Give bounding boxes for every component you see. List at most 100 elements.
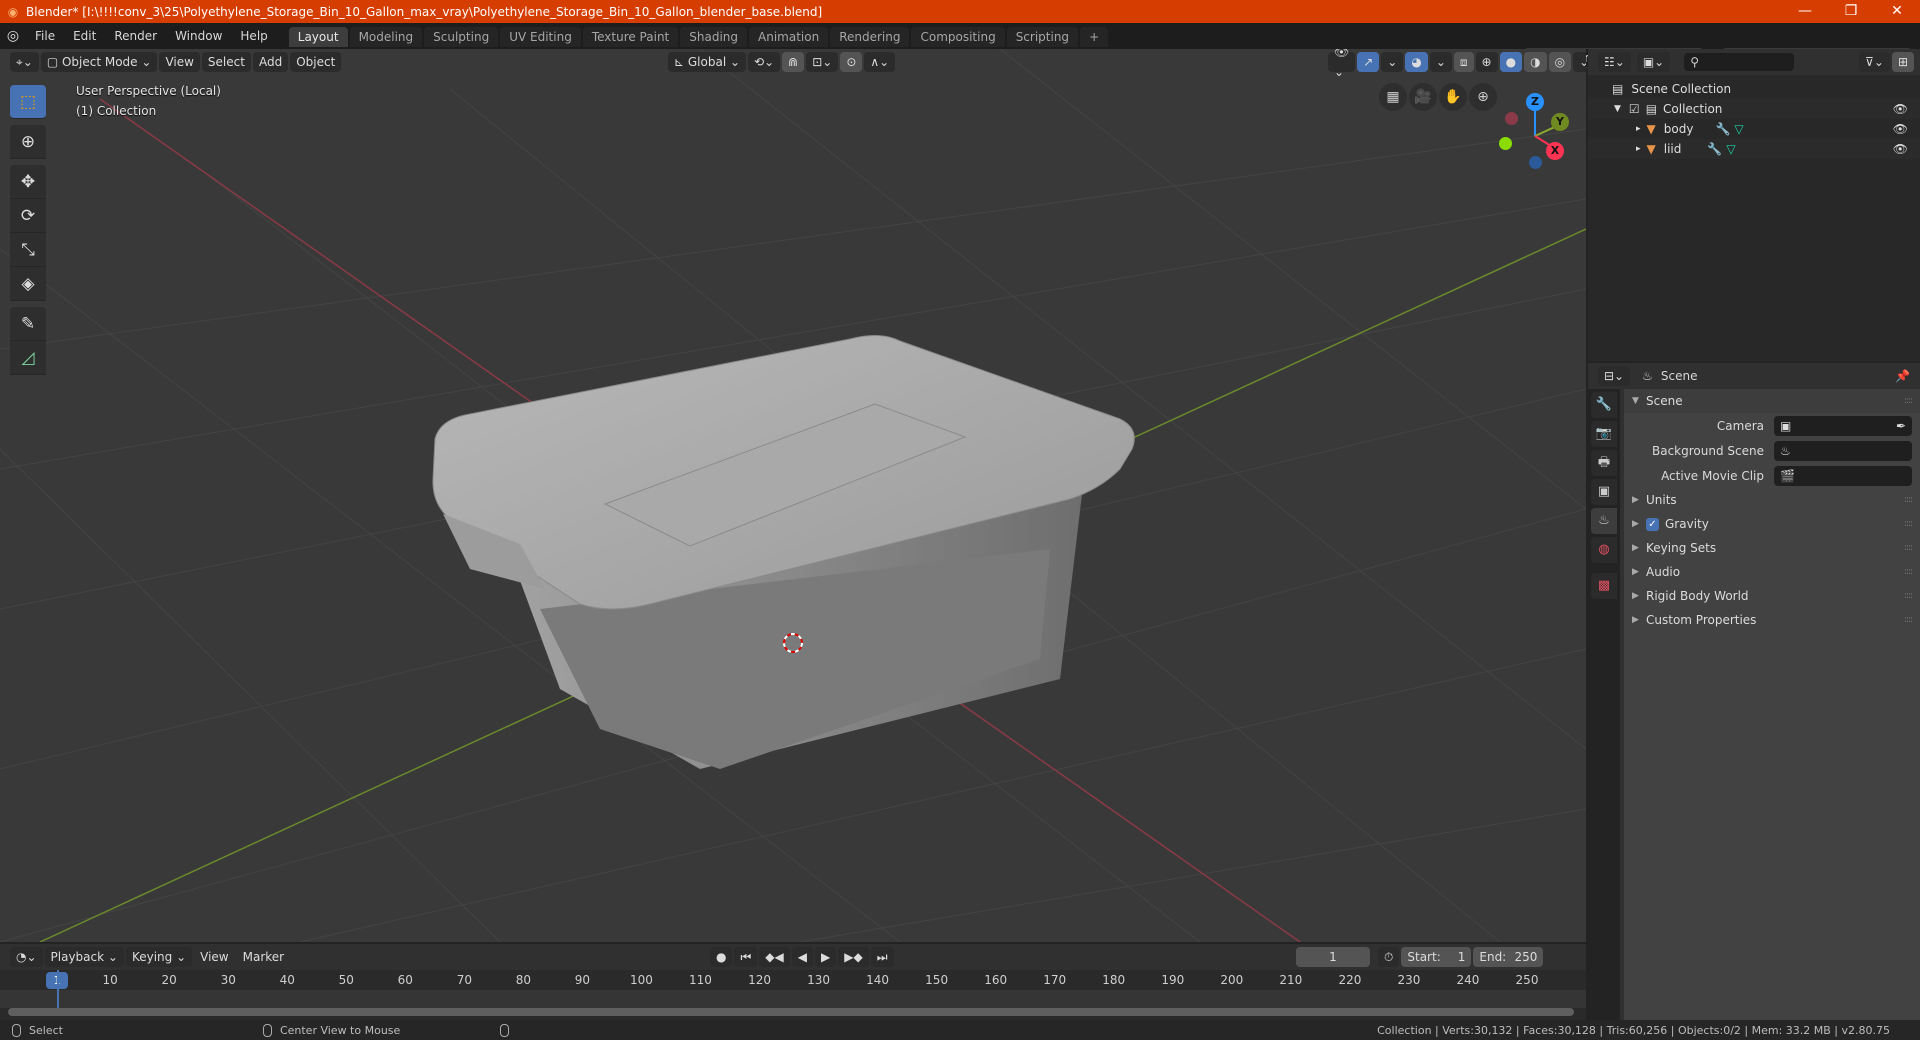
active-movie-clip-field[interactable]: 🎬 [1774,465,1912,486]
snap-target-dropdown[interactable]: ⊡⌄ [806,52,839,72]
tab-scene[interactable]: ♨ [1591,508,1617,534]
overlays-toggle[interactable]: ◕ [1405,52,1428,72]
outliner-search-input[interactable]: ⚲ [1684,53,1795,71]
transform-orientation-dropdown[interactable]: ⊾ Global ⌄ [668,52,747,72]
collection-checkbox[interactable]: ☑ [1629,102,1640,116]
tool-select-box[interactable]: ⬚ [10,85,46,119]
tab-view-layer[interactable]: ▣ [1591,479,1617,505]
zoom-view-button[interactable]: ⊕ [1469,83,1497,111]
timeline-scrollbar[interactable] [8,1008,1574,1016]
tab-tool[interactable]: 🔧 [1591,392,1617,418]
drag-grip-icon[interactable]: :::: [1904,519,1913,529]
tab-render[interactable]: 📷 [1591,421,1617,447]
add-workspace-button[interactable]: + [1080,27,1109,47]
proportional-edit-toggle[interactable]: ⊙ [840,52,863,72]
menu-render[interactable]: Render [105,23,166,49]
overlays-dropdown[interactable]: ⌄ [1429,52,1452,72]
minimize-button[interactable]: — [1782,0,1828,23]
keying-sets-panel-header[interactable]: ▶ Keying Sets:::: [1624,536,1920,560]
filter-dropdown[interactable]: ⊽⌄ [1859,52,1890,72]
blender-menu-icon[interactable]: ◎ [0,28,26,44]
expand-arrow-icon[interactable]: ▸ [1636,124,1641,134]
gravity-panel-header[interactable]: ▶ ✓ Gravity:::: [1624,512,1920,536]
frame-ruler[interactable]: 1 10203040506070809010011012013014015016… [0,970,1586,990]
shading-material[interactable]: ◑ [1524,52,1547,72]
jump-start-button[interactable]: ⏮ [734,947,758,967]
shading-dropdown[interactable]: ⌄ [1573,52,1586,72]
modifier-wrench-icon[interactable]: 🔧 [1707,142,1722,156]
current-frame-field[interactable]: 1 [1296,947,1370,967]
tab-layout[interactable]: Layout [288,27,348,47]
timeline-track-area[interactable] [0,970,1586,1010]
start-frame-field[interactable]: Start: 1 [1401,947,1472,967]
gizmo-x-axis[interactable]: X [1546,142,1564,160]
drag-grip-icon[interactable]: :::: [1904,615,1913,625]
prev-keyframe-button[interactable]: ◆◀ [759,947,790,967]
play-reverse-button[interactable]: ◀ [791,947,813,967]
gizmo-y-axis[interactable]: Y [1551,113,1569,131]
gizmo-neg-z-axis[interactable] [1529,156,1542,169]
outliner-item-body[interactable]: ▸ ▼ body 🔧 ▽ 👁 [1588,119,1920,139]
menu-edit[interactable]: Edit [64,23,105,49]
outliner-editor-type[interactable]: ☷⌄ [1598,52,1631,72]
units-panel-header[interactable]: ▶ Units:::: [1624,488,1920,512]
visibility-dropdown[interactable]: 👁⌄ [1328,49,1356,79]
tab-compositing[interactable]: Compositing [911,27,1005,47]
gizmo-z-axis[interactable]: Z [1526,93,1544,111]
shading-rendered[interactable]: ◎ [1548,52,1572,72]
next-keyframe-button[interactable]: ▶◆ [838,947,869,967]
tab-output[interactable]: 🖶 [1591,450,1617,476]
proportional-falloff-dropdown[interactable]: ∧⌄ [864,52,896,72]
drag-grip-icon[interactable]: :::: [1904,567,1913,577]
timeline-editor-type[interactable]: ◔⌄ [10,947,43,967]
custom-properties-panel-header[interactable]: ▶ Custom Properties:::: [1624,608,1920,632]
new-collection-button[interactable]: ⊞ [1891,52,1914,72]
keying-menu[interactable]: Keying ⌄ [125,947,193,967]
tool-transform[interactable]: ◈ [10,267,46,301]
drag-grip-icon[interactable]: :::: [1904,591,1913,601]
tab-scripting[interactable]: Scripting [1006,27,1079,47]
maximize-button[interactable]: ❐ [1828,0,1874,23]
background-scene-field[interactable]: ♨ [1774,440,1912,461]
mesh-data-icon[interactable]: ▽ [1726,142,1735,156]
camera-field[interactable]: ▣ ✒ [1774,415,1912,436]
tab-texture-paint[interactable]: Texture Paint [582,27,679,47]
3d-viewport[interactable]: ⌖⌄ ▢ Object Mode ⌄ View Select Add Objec… [0,49,1586,942]
tab-sculpting[interactable]: Sculpting [424,27,499,47]
properties-editor-type[interactable]: ⊟⌄ [1598,366,1631,386]
playback-menu[interactable]: Playback ⌄ [44,947,124,967]
tab-shading[interactable]: Shading [680,27,747,47]
gizmo-neg-x-axis[interactable] [1505,112,1518,125]
play-button[interactable]: ▶ [815,947,837,967]
pin-icon[interactable]: 📌 [1895,369,1910,383]
tab-world[interactable]: ◍ [1591,537,1617,563]
drag-grip-icon[interactable]: :::: [1904,495,1913,505]
tab-animation[interactable]: Animation [749,27,829,47]
pan-view-button[interactable]: ✋ [1439,83,1467,111]
menu-window[interactable]: Window [166,23,231,49]
gravity-checkbox[interactable]: ✓ [1646,517,1659,531]
display-mode-dropdown[interactable]: ▣⌄ [1636,52,1671,72]
mesh-data-icon[interactable]: ▽ [1734,122,1743,136]
audio-panel-header[interactable]: ▶ Audio:::: [1624,560,1920,584]
modifier-wrench-icon[interactable]: 🔧 [1715,122,1730,136]
tool-scale[interactable]: ⤡ [10,233,46,267]
tab-texture[interactable]: ▩ [1591,573,1617,599]
viewport-menu-add[interactable]: Add [252,52,289,72]
object-mode-dropdown[interactable]: ▢ Object Mode ⌄ [40,52,158,72]
outliner-item-collection[interactable]: ▼ ☑ ▤ Collection 👁 [1588,99,1920,119]
expand-arrow-icon[interactable]: ▼ [1614,104,1621,114]
tab-rendering[interactable]: Rendering [830,27,910,47]
toggle-camera-grid-button[interactable]: ▦ [1379,83,1407,111]
menu-help[interactable]: Help [231,23,276,49]
outliner-item-liid[interactable]: ▸ ▼ liid 🔧 ▽ 👁 [1588,139,1920,159]
shading-solid[interactable]: ● [1499,52,1523,72]
timeline-marker-menu[interactable]: Marker [237,947,290,967]
gizmo-toggle[interactable]: ↗ [1357,52,1380,72]
viewport-menu-object[interactable]: Object [290,52,342,72]
tool-cursor[interactable]: ⊕ [10,125,46,159]
record-button[interactable]: ● [710,947,733,967]
outliner-item-scene-collection[interactable]: ▤ Scene Collection [1588,79,1920,99]
tab-modeling[interactable]: Modeling [349,27,423,47]
gizmo-neg-y-axis[interactable] [1499,137,1512,150]
